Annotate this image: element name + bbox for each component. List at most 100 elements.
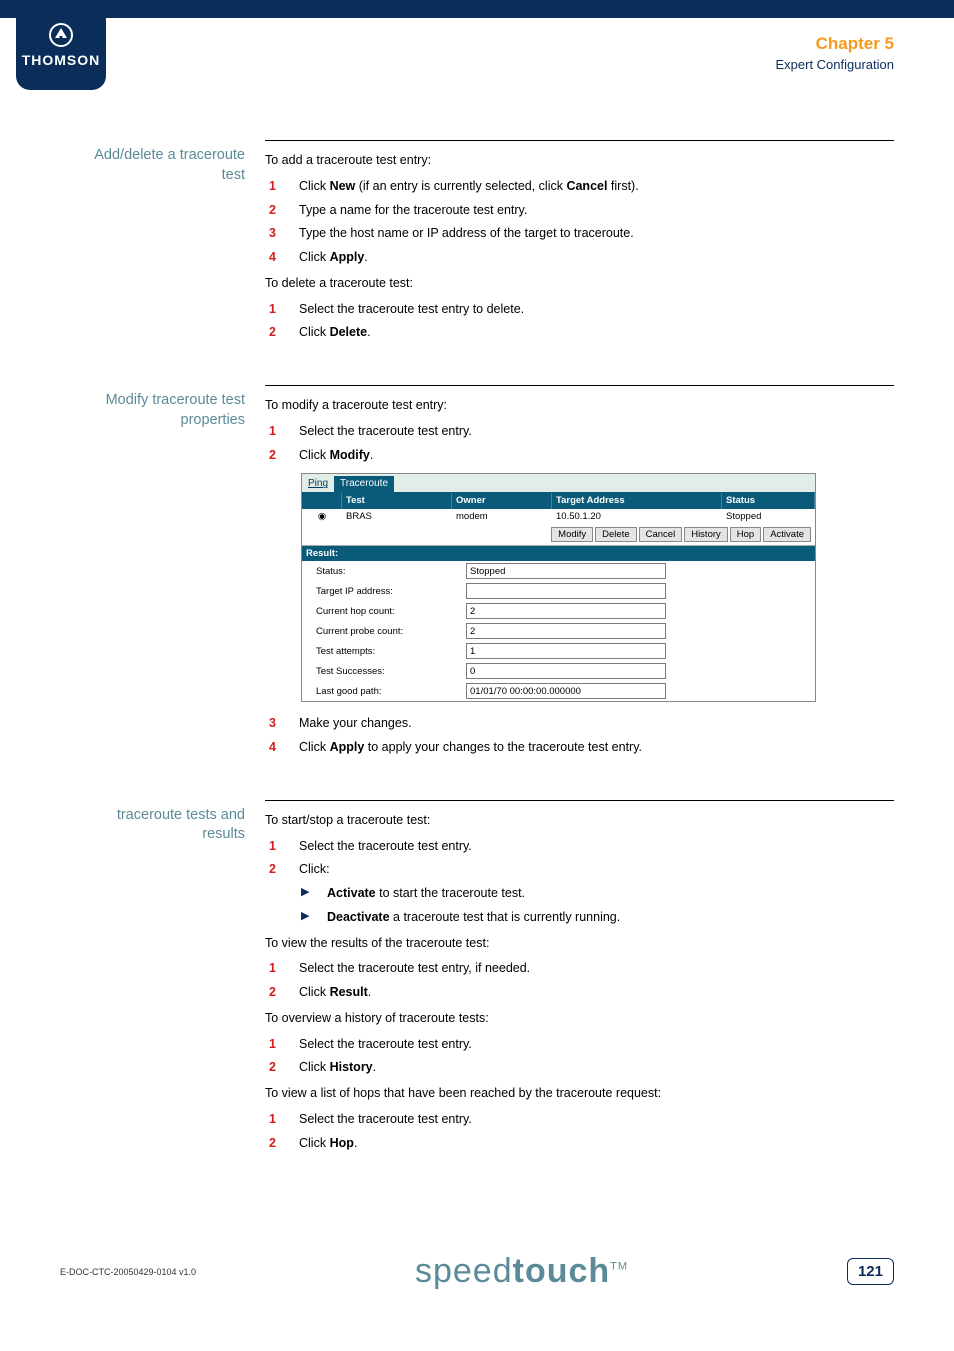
label-last-path: Last good path: — [316, 686, 466, 697]
chapter-label: Chapter 5 — [775, 32, 894, 56]
list-item: Select the traceroute test entry, if nee… — [299, 957, 894, 981]
delete-button[interactable]: Delete — [595, 527, 636, 542]
sub-item: Deactivate a traceroute test that is cur… — [327, 906, 620, 930]
sub-item: Activate to start the traceroute test. — [327, 882, 525, 906]
list-number: 2 — [269, 1056, 281, 1080]
list-number: 2 — [269, 981, 281, 1005]
activate-button[interactable]: Activate — [763, 527, 811, 542]
label-hop-count: Current hop count: — [316, 606, 466, 617]
page-number: 121 — [847, 1258, 894, 1285]
label-successes: Test Successes: — [316, 666, 466, 677]
list-item: Click Modify. — [299, 444, 894, 468]
col-test: Test — [342, 493, 452, 508]
table-header: Test Owner Target Address Status — [302, 493, 815, 508]
result-header: Result: — [302, 546, 815, 561]
hop-button[interactable]: Hop — [730, 527, 761, 542]
col-owner: Owner — [452, 493, 552, 508]
cell-target: 10.50.1.20 — [552, 509, 722, 524]
intro-hops: To view a list of hops that have been re… — [265, 1082, 894, 1106]
tab-traceroute[interactable]: Traceroute — [334, 476, 394, 492]
list-number: 1 — [269, 1108, 281, 1132]
list-number: 1 — [269, 1033, 281, 1057]
label-status: Status: — [316, 566, 466, 577]
intro-add: To add a traceroute test entry: — [265, 149, 894, 173]
label-target-ip: Target IP address: — [316, 586, 466, 597]
list-item: Select the traceroute test entry. — [299, 420, 894, 444]
field-successes: 0 — [466, 663, 666, 679]
section-name: Expert Configuration — [775, 56, 894, 74]
button-row: Modify Delete Cancel History Hop Activat… — [302, 524, 815, 546]
intro-start-stop: To start/stop a traceroute test: — [265, 809, 894, 833]
list-number: 3 — [269, 222, 281, 246]
table-row[interactable]: ◉ BRAS modem 10.50.1.20 Stopped — [302, 509, 815, 524]
arrow-icon: ▶ — [301, 882, 311, 906]
cell-status: Stopped — [722, 509, 815, 524]
col-status: Status — [722, 493, 815, 508]
list-item: Type a name for the traceroute test entr… — [299, 199, 894, 223]
list-item: Click Delete. — [299, 321, 894, 345]
section-body-modify: To modify a traceroute test entry: 1 Sel… — [265, 385, 894, 760]
cell-test: BRAS — [342, 509, 452, 524]
intro-results: To view the results of the traceroute te… — [265, 932, 894, 956]
list-number: 4 — [269, 246, 281, 270]
list-item: Click New (if an entry is currently sele… — [299, 175, 894, 199]
list-number: 2 — [269, 444, 281, 468]
tab-row: Ping Traceroute — [302, 474, 815, 493]
field-probe-count: 2 — [466, 623, 666, 639]
list-item: Select the traceroute test entry. — [299, 1108, 894, 1132]
section-title-add-delete: Add/delete a traceroute test — [80, 140, 265, 185]
list-number: 4 — [269, 736, 281, 760]
top-band — [0, 0, 954, 18]
intro-modify: To modify a traceroute test entry: — [265, 394, 894, 418]
field-last-path: 01/01/70 00:00:00.000000 — [466, 683, 666, 699]
doc-reference: E-DOC-CTC-20050429-0104 v1.0 — [60, 1267, 196, 1277]
list-item: Click Apply. — [299, 246, 894, 270]
list-number: 2 — [269, 321, 281, 345]
radio-selected-icon[interactable]: ◉ — [318, 511, 326, 522]
cell-owner: modem — [452, 509, 552, 524]
page-footer: E-DOC-CTC-20050429-0104 v1.0 speedtouchT… — [60, 1252, 894, 1291]
history-button[interactable]: History — [684, 527, 728, 542]
arrow-icon: ▶ — [301, 906, 311, 930]
field-status: Stopped — [466, 563, 666, 579]
list-item: Click Hop. — [299, 1132, 894, 1156]
brand-glyph-icon — [48, 22, 74, 48]
section-body-tests-results: To start/stop a traceroute test: 1 Selec… — [265, 800, 894, 1156]
list-number: 1 — [269, 835, 281, 859]
list-item: Select the traceroute test entry. — [299, 835, 894, 859]
list-number: 1 — [269, 175, 281, 199]
list-item: Click: — [299, 858, 894, 882]
section-title-modify: Modify traceroute test properties — [80, 385, 265, 430]
list-item: Click Apply to apply your changes to the… — [299, 736, 894, 760]
list-number: 1 — [269, 957, 281, 981]
cancel-button[interactable]: Cancel — [639, 527, 683, 542]
section-title-tests-results: traceroute tests and results — [80, 800, 265, 845]
label-attempts: Test attempts: — [316, 646, 466, 657]
traceroute-panel: Ping Traceroute Test Owner Target Addres… — [301, 473, 816, 702]
list-number: 2 — [269, 1132, 281, 1156]
speedtouch-logo: speedtouchTM — [415, 1252, 628, 1291]
brand-name: THOMSON — [22, 52, 101, 68]
field-hop-count: 2 — [466, 603, 666, 619]
list-item: Click History. — [299, 1056, 894, 1080]
field-target-ip — [466, 583, 666, 599]
modify-button[interactable]: Modify — [551, 527, 593, 542]
brand-logo: THOMSON — [16, 0, 106, 90]
tab-ping[interactable]: Ping — [302, 476, 334, 492]
col-target: Target Address — [552, 493, 722, 508]
list-item: Select the traceroute test entry. — [299, 1033, 894, 1057]
page-header-right: Chapter 5 Expert Configuration — [775, 32, 894, 74]
list-item: Click Result. — [299, 981, 894, 1005]
list-item: Make your changes. — [299, 712, 894, 736]
intro-delete: To delete a traceroute test: — [265, 272, 894, 296]
list-number: 1 — [269, 420, 281, 444]
intro-history: To overview a history of traceroute test… — [265, 1007, 894, 1031]
list-item: Select the traceroute test entry to dele… — [299, 298, 894, 322]
field-attempts: 1 — [466, 643, 666, 659]
list-number: 1 — [269, 298, 281, 322]
list-number: 2 — [269, 858, 281, 882]
list-number: 2 — [269, 199, 281, 223]
section-body-add-delete: To add a traceroute test entry: 1 Click … — [265, 140, 894, 345]
list-item: Type the host name or IP address of the … — [299, 222, 894, 246]
list-number: 3 — [269, 712, 281, 736]
